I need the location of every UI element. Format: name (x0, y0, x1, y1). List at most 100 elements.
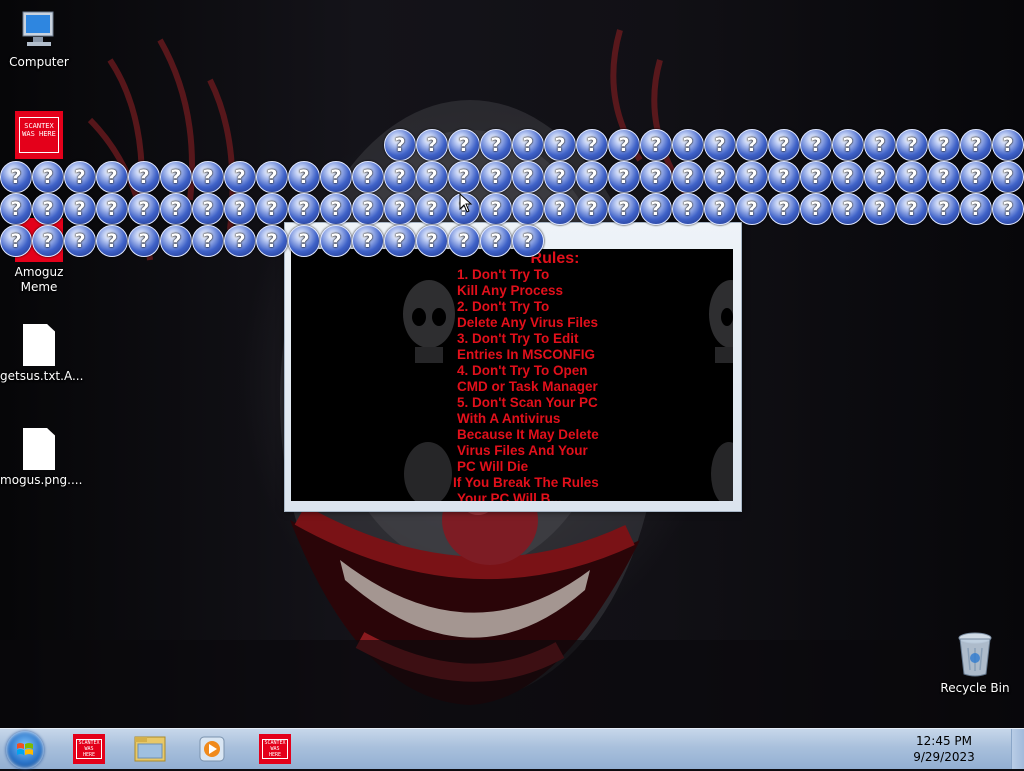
rules-line: If You Break The Rules (453, 475, 599, 490)
question-mark-icon: ? (992, 129, 1024, 161)
question-mark-icon: ? (608, 161, 640, 193)
question-mark-icon: ? (192, 225, 224, 257)
mouse-cursor-icon (459, 193, 473, 213)
question-mark-icon: ? (416, 225, 448, 257)
question-mark-icon: ? (32, 225, 64, 257)
question-mark-icon: ? (320, 161, 352, 193)
question-mark-icon: ? (96, 161, 128, 193)
rules-line: Your PC Will B... (457, 491, 562, 501)
computer-desktop-icon[interactable]: Computer (0, 8, 78, 70)
rules-line: Because It May Delete (457, 427, 599, 442)
taskbar-scantex-app[interactable]: SCANTEX WAS HERE (60, 731, 116, 767)
recycle-bin-desktop-icon[interactable]: Recycle Bin (936, 630, 1014, 696)
system-clock[interactable]: 12:45 PM 9/29/2023 (904, 733, 984, 765)
question-mark-icon: ? (384, 129, 416, 161)
question-mark-icon: ? (672, 129, 704, 161)
scantex-tile-icon: SCANTEX WAS HERE (15, 111, 63, 159)
tile-text: SCANTEX WAS HERE (76, 739, 102, 759)
question-mark-icon: ? (64, 193, 96, 225)
question-mark-icon: ? (864, 193, 896, 225)
start-button[interactable] (6, 731, 44, 769)
scantex-desktop-icon[interactable]: SCANTEX WAS HERE (0, 111, 78, 159)
show-desktop-button[interactable] (1011, 729, 1024, 769)
media-player-icon (199, 736, 225, 762)
question-mark-icon: ? (704, 193, 736, 225)
rules-line: Delete Any Virus Files (457, 315, 599, 330)
question-mark-icon: ? (384, 225, 416, 257)
question-mark-icon: ? (256, 193, 288, 225)
question-mark-icon: ? (512, 225, 544, 257)
question-mark-icon: ? (0, 161, 32, 193)
question-mark-icon: ? (800, 129, 832, 161)
question-mark-icon: ? (768, 193, 800, 225)
question-mark-icon: ? (832, 161, 864, 193)
question-mark-icon: ? (896, 193, 928, 225)
recycle-bin-icon (958, 632, 992, 677)
question-mark-icon: ? (128, 161, 160, 193)
question-mark-icon: ? (224, 193, 256, 225)
question-mark-icon: ? (288, 193, 320, 225)
question-mark-icon: ? (608, 129, 640, 161)
rules-line: 4. Don't Try To Open (457, 363, 588, 378)
taskbar-explorer[interactable] (122, 731, 178, 767)
question-mark-icon: ? (800, 161, 832, 193)
question-mark-icon: ? (864, 129, 896, 161)
question-mark-icon: ? (480, 225, 512, 257)
clock-date: 9/29/2023 (913, 750, 975, 764)
amogus-label-line2: Meme (20, 280, 58, 294)
question-mark-icon: ? (448, 161, 480, 193)
question-mark-icon: ? (352, 225, 384, 257)
question-mark-icon: ? (768, 129, 800, 161)
taskbar-scantex-app-2[interactable]: SCANTEX WAS HERE (246, 731, 302, 767)
skull-bottom-left-icon (404, 442, 452, 501)
question-mark-icon: ? (704, 161, 736, 193)
question-mark-icon: ? (224, 225, 256, 257)
taskbar-media-player[interactable] (184, 731, 240, 767)
rules-line: Entries In MSCONFIG (457, 347, 596, 362)
question-mark-icon: ? (352, 161, 384, 193)
getsus-file-icon[interactable]: getsus.txt.A... (0, 324, 84, 384)
question-mark-icon: ? (96, 193, 128, 225)
tile-text: SCANTEX WAS HERE (19, 117, 59, 153)
rules-line: 3. Don't Try To Edit (457, 331, 579, 346)
question-mark-icon: ? (256, 225, 288, 257)
rules-content-area: Rules: 1. Don't Try To Kill Any Process … (291, 249, 733, 501)
question-mark-icon: ? (544, 161, 576, 193)
tile-text: SCANTEX WAS HERE (262, 739, 288, 759)
question-mark-icon: ? (416, 129, 448, 161)
computer-icon (22, 11, 54, 46)
question-mark-icon: ? (480, 193, 512, 225)
taskbar: SCANTEX WAS HERE SCANTEX WAS HERE 12:45 … (0, 728, 1024, 769)
question-mark-icon: ? (416, 193, 448, 225)
rules-line: CMD or Task Manager (457, 379, 598, 394)
question-mark-icon: ? (256, 161, 288, 193)
scantex-app-icon: SCANTEX WAS HERE (73, 734, 105, 764)
rules-line: 5. Don't Scan Your PC (457, 395, 598, 410)
question-mark-icon: ? (928, 129, 960, 161)
question-mark-icon: ? (320, 193, 352, 225)
question-mark-icon: ? (992, 161, 1024, 193)
question-mark-icon: ? (64, 161, 96, 193)
text-file-icon (23, 324, 55, 366)
question-mark-icon: ? (672, 193, 704, 225)
image-file-icon (23, 428, 55, 470)
question-mark-icon: ? (224, 161, 256, 193)
question-mark-icon: ? (544, 129, 576, 161)
getsus-label: getsus.txt.A... (0, 369, 84, 383)
question-mark-icon: ? (320, 225, 352, 257)
question-mark-icon: ? (576, 129, 608, 161)
scantex-app-icon: SCANTEX WAS HERE (259, 734, 291, 764)
rules-popup-window[interactable]: Rules: 1. Don't Try To Kill Any Process … (284, 222, 742, 512)
mogus-label: mogus.png.... (0, 473, 83, 487)
question-mark-icon: ? (768, 161, 800, 193)
question-mark-icon: ? (960, 161, 992, 193)
question-mark-icon: ? (512, 193, 544, 225)
question-mark-icon: ? (160, 193, 192, 225)
question-mark-icon: ? (96, 225, 128, 257)
question-mark-icon: ? (448, 129, 480, 161)
rules-line: 2. Don't Try To (457, 299, 550, 314)
question-mark-icon: ? (640, 129, 672, 161)
mogus-file-icon[interactable]: mogus.png.... (0, 428, 83, 488)
question-mark-icon: ? (544, 193, 576, 225)
question-mark-icon: ? (960, 129, 992, 161)
